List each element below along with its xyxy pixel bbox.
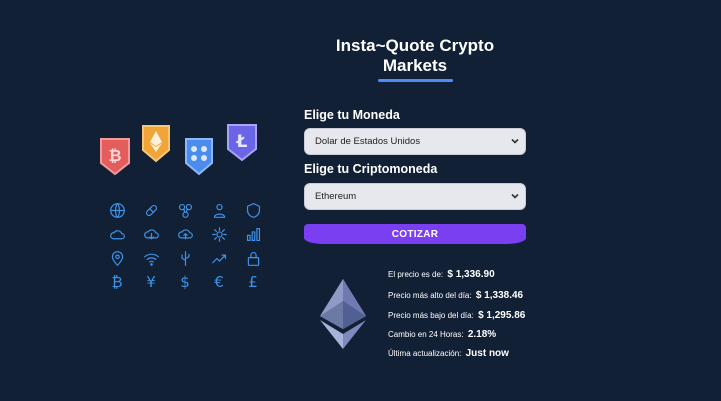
price-row: El precio es de: $ 1,336.90 (388, 269, 495, 280)
crypto-select-value: Ethereum (315, 191, 357, 202)
title-underline (378, 79, 453, 82)
euro-symbol-icon: € (214, 273, 224, 291)
cotizar-button[interactable]: COTIZAR (304, 224, 526, 244)
price-label: El precio es de: (388, 270, 444, 279)
gear-icon (202, 222, 236, 246)
location-pin-icon (100, 246, 134, 270)
ethereum-logo-icon (320, 279, 366, 349)
usb-icon (168, 246, 202, 270)
change-row: Cambio en 24 Horas: 2.18% (388, 329, 496, 340)
chevron-down-icon (511, 192, 519, 200)
bitcoin-badge-icon: ₿ (100, 138, 130, 176)
icon-grid: ₿ ¥ $ € £ (100, 198, 270, 294)
shield-icon (236, 198, 270, 222)
page-title: Insta~Quote Crypto Markets (335, 36, 495, 75)
ripple-badge-icon (185, 138, 213, 176)
currency-label: Elige tu Moneda (304, 108, 400, 122)
litecoin-badge-icon: Ł (227, 124, 257, 162)
crypto-select[interactable]: Ethereum (304, 183, 526, 210)
bar-chart-icon (236, 222, 270, 246)
svg-text:₿: ₿ (108, 146, 121, 165)
pound-symbol-icon: £ (248, 273, 258, 291)
globe-icon (100, 198, 134, 222)
wifi-icon (134, 246, 168, 270)
low-row: Precio más bajo del día: $ 1,295.86 (388, 310, 525, 321)
svg-text:Ł: Ł (236, 132, 248, 152)
chevron-down-icon (511, 137, 519, 145)
lock-icon (236, 246, 270, 270)
yen-symbol-icon: ¥ (146, 273, 156, 291)
change-label: Cambio en 24 Horas: (388, 330, 464, 339)
cloud-icon (100, 222, 134, 246)
currency-select[interactable]: Dolar de Estados Unidos (304, 128, 526, 155)
updated-value: Just now (465, 348, 509, 359)
crypto-label: Elige tu Criptomoneda (304, 162, 438, 176)
low-value: $ 1,295.86 (478, 310, 526, 321)
dollar-symbol-icon: $ (180, 273, 190, 291)
pill-icon (134, 198, 168, 222)
user-icon (202, 198, 236, 222)
updated-label: Última actualización: (388, 349, 462, 358)
network-icon (168, 198, 202, 222)
low-label: Precio más bajo del día: (388, 311, 474, 320)
cloud-upload-icon (168, 222, 202, 246)
change-value: 2.18% (467, 329, 497, 340)
updated-row: Última actualización: Just now (388, 348, 509, 359)
currency-select-value: Dolar de Estados Unidos (315, 136, 421, 147)
price-value: $ 1,336.90 (447, 269, 495, 280)
high-row: Precio más alto del día: $ 1,338.46 (388, 290, 523, 301)
trend-up-icon (202, 246, 236, 270)
high-label: Precio más alto del día: (388, 291, 472, 300)
high-value: $ 1,338.46 (475, 290, 524, 301)
ethereum-badge-icon (142, 125, 170, 163)
bitcoin-symbol-icon: ₿ (111, 273, 123, 291)
cloud-download-icon (134, 222, 168, 246)
